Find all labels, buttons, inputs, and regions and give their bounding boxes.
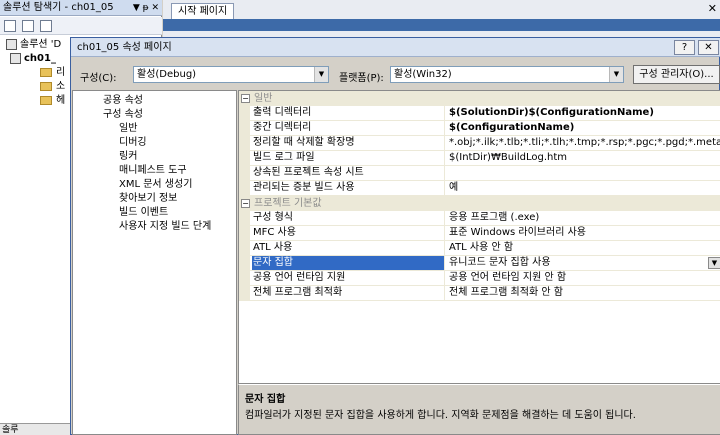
show-all-files-icon[interactable]: [22, 20, 34, 32]
tree-item-folder-1[interactable]: 리: [40, 66, 65, 80]
property-row[interactable]: 구성 형식 응용 프로그램 (.exe): [239, 211, 720, 226]
chevron-down-icon[interactable]: ▼: [708, 257, 720, 269]
nav-item-custom-build-step[interactable]: 사용자 지정 빌드 단계: [119, 220, 211, 234]
solution-explorer-toolbar: [0, 17, 162, 35]
folder-icon: [40, 67, 52, 77]
nav-item-manifest-tool[interactable]: 매니페스트 도구: [119, 164, 187, 178]
property-grid: − 일반 출력 디렉터리 $(SolutionDir)$(Configuratio…: [238, 90, 720, 384]
property-row[interactable]: MFC 사용 표준 Windows 라이브러리 사용: [239, 226, 720, 241]
property-row-selected[interactable]: 문자 집합 유니코드 문자 집합 사용 ▼: [239, 256, 720, 271]
properties-icon[interactable]: [4, 20, 16, 32]
chevron-down-icon: ▼: [314, 67, 328, 82]
collapse-icon[interactable]: −: [241, 94, 250, 103]
property-row[interactable]: ATL 사용 ATL 사용 안 함: [239, 241, 720, 256]
property-pages-dialog: ch01_05 속성 페이지 ? ✕ 구성(C): 활성(Debug) ▼ 플랫…: [70, 37, 720, 435]
solution-icon: [6, 38, 17, 50]
tree-item-folder-3[interactable]: 헤: [40, 94, 65, 108]
solution-explorer-title: 솔루션 탐색기 - ch01_05 ▼ ᵽ ✕: [0, 0, 162, 16]
nav-item-debugging[interactable]: 디버깅: [119, 136, 147, 150]
property-row[interactable]: 빌드 로그 파일 $(IntDir)₩BuildLog.htm: [239, 151, 720, 166]
property-row[interactable]: 출력 디렉터리 $(SolutionDir)$(ConfigurationName…: [239, 106, 720, 121]
character-set-select[interactable]: 유니코드 문자 집합 사용: [447, 256, 720, 270]
configuration-manager-button[interactable]: 구성 관리자(O)...: [633, 65, 720, 84]
solution-explorer-title-text: 솔루션 탐색기 - ch01_05: [3, 2, 114, 13]
dialog-title-bar: ch01_05 속성 페이지 ? ✕: [71, 38, 720, 57]
nav-item-general[interactable]: 일반: [119, 122, 137, 136]
category-general[interactable]: − 일반: [239, 91, 720, 106]
description-title: 문자 집합: [245, 394, 286, 405]
platform-label: 플랫폼(P):: [339, 73, 384, 84]
property-description-panel: 문자 집합 컴파일러가 지정된 문자 집합을 사용하게 합니다. 지역화 문제점…: [238, 384, 720, 435]
nav-item-build-events[interactable]: 빌드 이벤트: [119, 206, 168, 220]
description-text: 컴파일러가 지정된 문자 집합을 사용하게 합니다. 지역화 문제점을 해결하는…: [245, 410, 636, 421]
property-row[interactable]: 중간 디렉터리 $(ConfigurationName): [239, 121, 720, 136]
property-row[interactable]: 상속된 프로젝트 속성 시트: [239, 166, 720, 181]
configuration-bar: 구성(C): 활성(Debug) ▼ 플랫폼(P): 활성(Win32) ▼ 구…: [71, 58, 720, 88]
panel-window-buttons[interactable]: ▼ ᵽ ✕: [133, 0, 159, 16]
property-category-tree: 공용 속성 구성 속성 일반 디버깅 링커 매니페스트 도구 XML 문서 생성…: [72, 90, 237, 435]
platform-select[interactable]: 활성(Win32) ▼: [390, 66, 624, 83]
nav-item-configuration-properties[interactable]: 구성 속성: [103, 108, 143, 122]
document-tab-area: 시작 페이지 ✕: [163, 0, 720, 40]
document-header-band: [163, 19, 720, 31]
close-document-icon[interactable]: ✕: [708, 2, 717, 15]
nav-item-common-properties[interactable]: 공용 속성: [103, 94, 143, 108]
nav-item-browse-information[interactable]: 찾아보기 정보: [119, 192, 177, 206]
folder-icon: [40, 95, 52, 105]
property-row[interactable]: 전체 프로그램 최적화 전체 프로그램 최적화 안 함: [239, 286, 720, 301]
tree-item-solution[interactable]: 솔루션 'D: [6, 38, 61, 52]
refresh-icon[interactable]: [40, 20, 52, 32]
nav-item-xml-document-generator[interactable]: XML 문서 생성기: [119, 178, 192, 192]
property-row[interactable]: 관리되는 증분 빌드 사용 예: [239, 181, 720, 196]
nav-item-linker[interactable]: 링커: [119, 150, 137, 164]
dialog-title: ch01_05 속성 페이지: [77, 42, 172, 53]
collapse-icon[interactable]: −: [241, 199, 250, 208]
project-icon: [10, 52, 21, 64]
configuration-select[interactable]: 활성(Debug) ▼: [133, 66, 329, 83]
close-button[interactable]: ✕: [698, 40, 719, 55]
tree-item-project[interactable]: ch01_: [10, 52, 56, 66]
property-row[interactable]: 공용 언어 런타임 지원 공용 언어 런타임 지원 안 함: [239, 271, 720, 286]
property-row[interactable]: 정리할 때 삭제할 확장명 *.obj;*.ilk;*.tlb;*.tli;*.t…: [239, 136, 720, 151]
configuration-label: 구성(C):: [80, 73, 117, 84]
folder-icon: [40, 81, 52, 91]
tree-item-folder-2[interactable]: 소: [40, 80, 65, 94]
chevron-down-icon: ▼: [609, 67, 623, 82]
tab-start-page[interactable]: 시작 페이지: [171, 3, 235, 19]
category-project-defaults[interactable]: − 프로젝트 기본값: [239, 196, 720, 211]
help-button[interactable]: ?: [674, 40, 695, 55]
